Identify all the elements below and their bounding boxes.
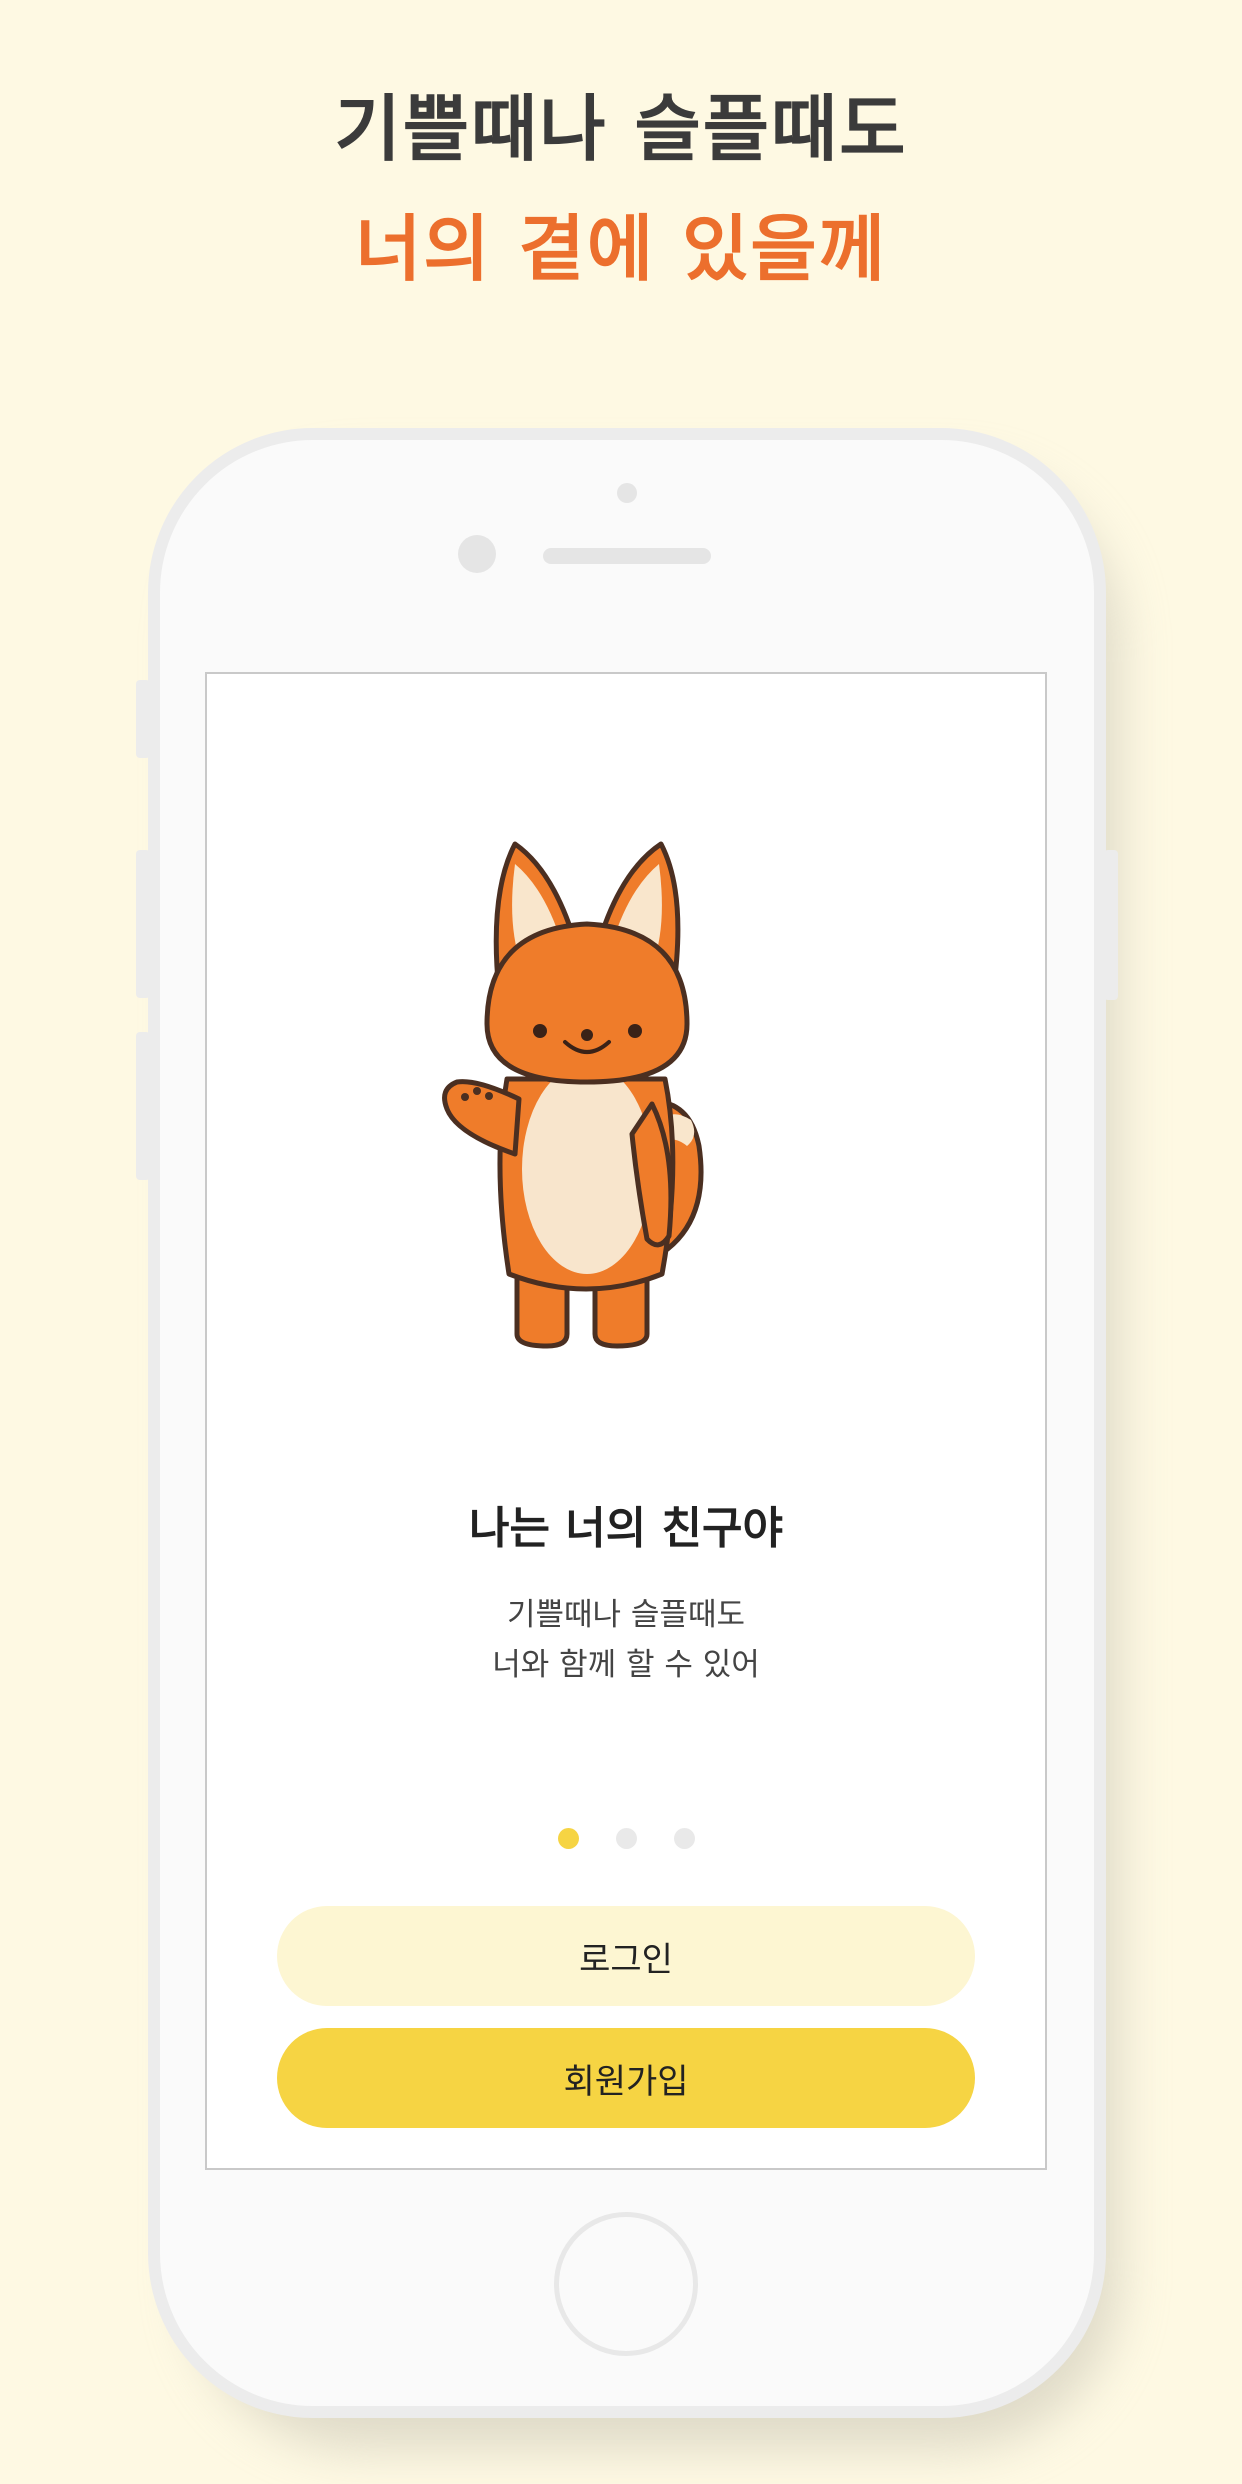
promo-headline-line2: 너의 곁에 있을께 — [355, 207, 887, 291]
phone-mute-switch — [136, 680, 150, 758]
page-dot-2[interactable] — [615, 1828, 637, 1849]
onboarding-subtitle-line2: 너와 함께 할 수 있어 — [492, 1647, 760, 1683]
phone-power-button — [1104, 850, 1118, 1000]
onboarding-subtitle-line1: 기쁠때나 슬플때도 — [506, 1597, 745, 1633]
page-indicator — [207, 1828, 1045, 1849]
fox-mascot-icon — [442, 841, 704, 1349]
page-dot-1[interactable] — [557, 1828, 579, 1849]
page-dot-3[interactable] — [673, 1828, 695, 1849]
phone-home-button — [554, 2212, 698, 2356]
promo-headline-line1: 기쁠때나 슬플때도 — [334, 87, 908, 171]
login-button[interactable]: 로그인 — [277, 1906, 975, 2006]
phone-volume-up-button — [136, 850, 150, 998]
onboarding-title: 나는 너의 친구야 — [469, 1503, 783, 1554]
phone-sensor — [617, 483, 637, 503]
app-screen: 나는 너의 친구야 기쁠때나 슬플때도 너와 함께 할 수 있어 로그인 회원가… — [205, 672, 1047, 2170]
phone-volume-down-button — [136, 1032, 150, 1180]
signup-button[interactable]: 회원가입 — [277, 2028, 975, 2128]
phone-speaker — [543, 548, 711, 564]
phone-camera — [458, 535, 496, 573]
